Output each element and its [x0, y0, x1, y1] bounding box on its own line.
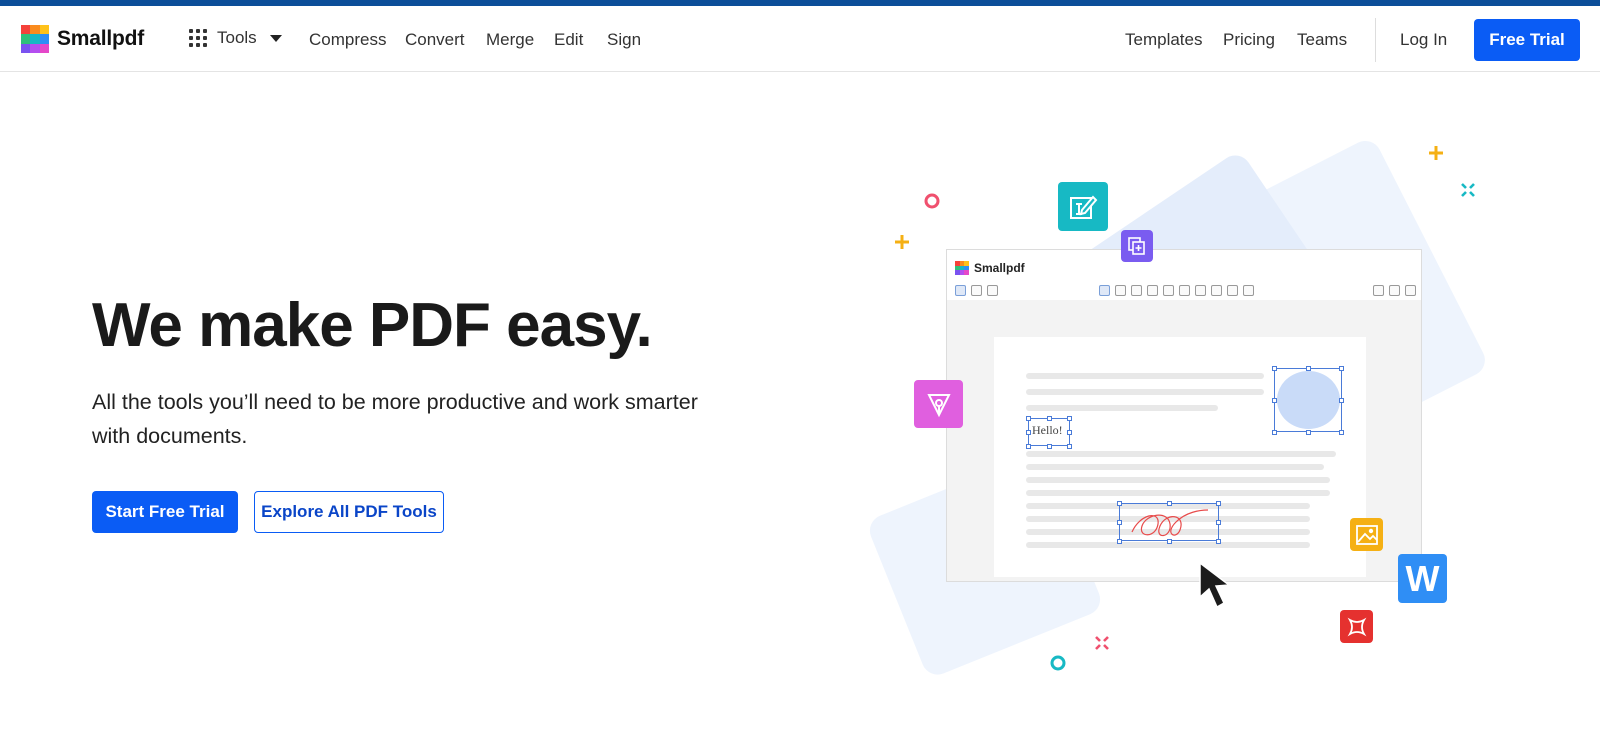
- stamp-tool-icon: [1179, 285, 1190, 296]
- thumbnail-view-icon: [955, 285, 966, 296]
- word-icon: W: [1398, 554, 1447, 603]
- hero-subtitle: All the tools you’ll need to be more pro…: [92, 390, 698, 448]
- cross-decoration: [1095, 636, 1109, 650]
- shape-annotation-selection: [1272, 366, 1344, 435]
- redo-icon: [1389, 285, 1400, 296]
- logo-text: Smallpdf: [57, 27, 145, 50]
- nav-link-templates[interactable]: Templates: [1125, 30, 1202, 50]
- annotation-text: Hello!: [1032, 423, 1063, 437]
- hero-title: We make PDF easy.: [92, 291, 653, 360]
- ring-decoration: [1050, 655, 1066, 671]
- logo[interactable]: Smallpdf: [21, 25, 144, 53]
- pointer-tool-icon: [1099, 285, 1110, 296]
- search-icon: [1405, 285, 1416, 296]
- nav-link-merge[interactable]: Merge: [486, 30, 534, 50]
- eraser-tool-icon: [1147, 285, 1158, 296]
- pen-nib-icon: [914, 380, 963, 428]
- cursor-icon: [1199, 561, 1232, 609]
- grid-icon: [189, 29, 207, 47]
- start-free-trial-button[interactable]: Start Free Trial: [92, 491, 238, 533]
- editor-toolbar-left: [955, 285, 998, 297]
- nav-link-sign[interactable]: Sign: [607, 30, 641, 50]
- editor-app-name: Smallpdf: [974, 261, 1025, 275]
- cross-decoration: [1461, 183, 1475, 197]
- plus-decoration: [1429, 146, 1443, 160]
- nav-link-convert[interactable]: Convert: [405, 30, 465, 50]
- undo-icon: [1373, 285, 1384, 296]
- plus-decoration: [895, 235, 909, 249]
- tools-menu-button[interactable]: Tools: [189, 28, 282, 48]
- image-tool-icon: [1227, 285, 1238, 296]
- acrobat-icon: [1340, 610, 1373, 643]
- text-line: [1026, 490, 1330, 496]
- nav-link-compress[interactable]: Compress: [309, 30, 386, 50]
- edit-text-icon: [1058, 182, 1108, 231]
- word-letter: W: [1405, 557, 1440, 599]
- logo-icon: [21, 25, 49, 53]
- editor-header: Smallpdf: [947, 250, 1421, 300]
- site-header: Smallpdf Tools Compress Convert Merge Ed…: [0, 6, 1600, 72]
- line-tool-icon: [1211, 285, 1222, 296]
- text-line: [1026, 405, 1218, 411]
- copy-add-icon: [1121, 230, 1153, 262]
- editor-toolbar-right: [1373, 285, 1416, 297]
- image-icon: [1350, 518, 1383, 551]
- sign-tool-icon: [1243, 285, 1254, 296]
- nav-divider: [1375, 18, 1376, 62]
- editor-toolbar-center: [1099, 285, 1254, 297]
- sidebar-icon: [987, 285, 998, 296]
- circle-shape: [1277, 371, 1340, 429]
- logo-icon: [955, 261, 969, 275]
- text-line: [1026, 477, 1330, 483]
- free-trial-button[interactable]: Free Trial: [1474, 19, 1580, 61]
- caret-down-icon: [269, 34, 282, 42]
- editor-logo: Smallpdf: [955, 261, 1025, 275]
- grid-view-icon: [971, 285, 982, 296]
- text-line: [1026, 373, 1264, 379]
- pen-tool-icon: [1115, 285, 1126, 296]
- highlighter-tool-icon: [1131, 285, 1142, 296]
- nav-link-teams[interactable]: Teams: [1297, 30, 1347, 50]
- nav-link-edit[interactable]: Edit: [554, 30, 583, 50]
- document-page: Hello!: [994, 337, 1366, 577]
- text-tool-icon: [1163, 285, 1174, 296]
- nav-link-pricing[interactable]: Pricing: [1223, 30, 1275, 50]
- signature-scribble: [1131, 509, 1209, 537]
- login-link[interactable]: Log In: [1400, 30, 1447, 50]
- shape-tool-icon: [1195, 285, 1206, 296]
- explore-tools-button[interactable]: Explore All PDF Tools: [254, 491, 444, 533]
- signature-selection: [1117, 501, 1221, 544]
- ring-decoration: [924, 193, 940, 209]
- text-line: [1026, 389, 1264, 395]
- tools-label: Tools: [217, 28, 257, 47]
- text-line: [1026, 464, 1324, 470]
- text-line: [1026, 451, 1336, 457]
- text-annotation-selection: Hello!: [1026, 416, 1072, 449]
- hero-illustration: Smallpdf Hello! W: [0, 0, 1600, 750]
